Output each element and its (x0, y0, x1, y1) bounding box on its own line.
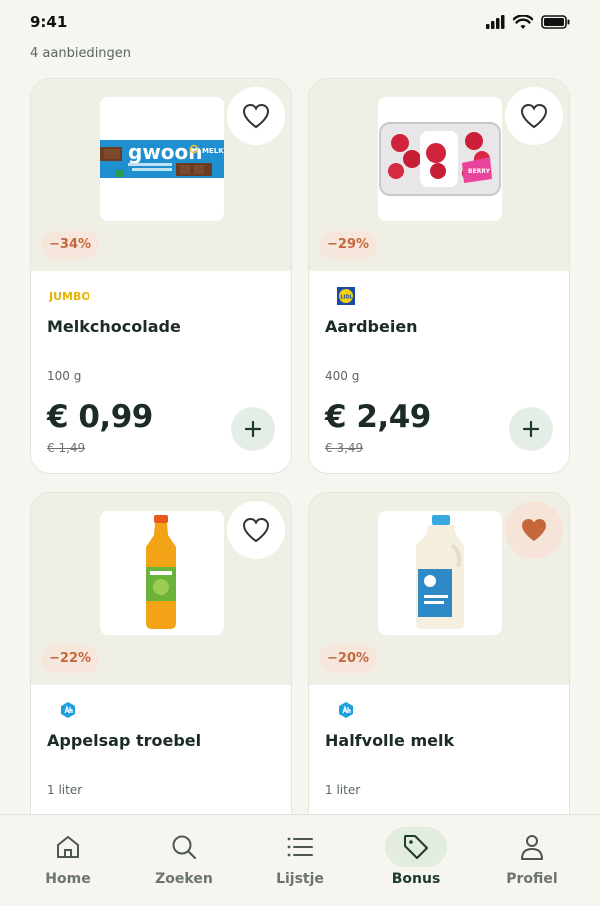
heart-outline-icon (242, 517, 270, 543)
nav-item-list[interactable]: Lijstje (250, 827, 350, 897)
product-name: Melkchocolade (47, 317, 181, 336)
product-image-area: BERRY −29% (309, 79, 569, 271)
status-icons (486, 14, 570, 30)
product-image-area: −22% (31, 493, 291, 685)
home-icon (57, 836, 79, 858)
status-bar: 9:41 (0, 0, 600, 44)
nav-item-search[interactable]: Zoeken (134, 827, 234, 897)
favorite-button[interactable] (505, 87, 563, 145)
store-logo-text: JUMBO (49, 290, 89, 303)
store-logo-text: LIDL (340, 295, 353, 301)
product-quantity: 400 g (325, 369, 360, 383)
product-name: Aardbeien (325, 317, 418, 336)
signal-icon (486, 15, 505, 29)
jumbo-logo: JUMBO (49, 290, 89, 303)
product-quantity: 1 liter (325, 783, 361, 797)
nav-item-profile[interactable]: Profiel (482, 827, 582, 897)
product-image-area: gwoon MELK −34% (31, 79, 291, 271)
product-name: Appelsap troebel (47, 731, 202, 750)
apple-juice-bottle-image (146, 515, 176, 629)
favorite-button[interactable] (505, 501, 563, 559)
heart-outline-icon (242, 103, 270, 129)
product-image: gwoon MELK (100, 97, 224, 221)
nav-label: Zoeken (155, 871, 213, 887)
wifi-icon (513, 14, 533, 29)
tag-icon (404, 835, 428, 859)
product-card[interactable]: gwoon MELK −34% JUMBO Melkchocolade 100 … (30, 78, 292, 474)
plus-icon (522, 420, 540, 438)
heart-outline-icon (520, 103, 548, 129)
discount-badge: −34% (41, 231, 100, 259)
albert-heijn-logo (339, 702, 353, 718)
battery-icon (541, 15, 570, 29)
status-time: 9:41 (30, 13, 68, 31)
lidl-logo: LIDL (337, 287, 355, 305)
list-icon (287, 837, 313, 857)
favorite-button[interactable] (227, 501, 285, 559)
product-image-area: −20% (309, 493, 569, 685)
nav-item-bonus[interactable]: Bonus (366, 827, 466, 897)
product-price: € 2,49 (325, 399, 431, 435)
nav-label: Lijstje (276, 871, 324, 887)
svg-text:BERRY: BERRY (468, 168, 491, 175)
nav-icon-wrap (153, 827, 215, 867)
add-to-list-button[interactable] (509, 407, 553, 451)
nav-icon-wrap (501, 827, 563, 867)
nav-label: Home (45, 871, 91, 887)
product-quantity: 1 liter (47, 783, 83, 797)
milk-jug-image (416, 515, 464, 629)
nav-label: Profiel (506, 871, 558, 887)
product-card[interactable]: BERRY −29% LIDL Aardbeien 400 g € 2,49 €… (308, 78, 570, 474)
results-count: 4 aanbiedingen (30, 46, 132, 61)
profile-icon (521, 835, 543, 860)
discount-badge: −29% (319, 231, 378, 259)
nav-label: Bonus (391, 871, 441, 887)
albert-heijn-logo (61, 702, 75, 718)
search-icon (172, 835, 196, 859)
product-name: Halfvolle melk (325, 731, 455, 750)
chocolate-bar-image: gwoon MELK (100, 140, 224, 178)
product-old-price: € 3,49 (325, 441, 364, 455)
add-to-list-button[interactable] (231, 407, 275, 451)
nav-item-home[interactable]: Home (18, 827, 118, 897)
nav-icon-wrap (269, 827, 331, 867)
product-image (100, 511, 224, 635)
discount-badge: −20% (319, 645, 378, 673)
strawberry-tray-image: BERRY (379, 122, 501, 196)
discount-badge: −22% (41, 645, 100, 673)
bottom-nav: Home Zoeken Lijstje Bonus Profiel (0, 814, 600, 906)
product-old-price: € 1,49 (47, 441, 86, 455)
nav-icon-wrap (385, 827, 447, 867)
nav-icon-wrap (37, 827, 99, 867)
favorite-button[interactable] (227, 87, 285, 145)
product-price: € 0,99 (47, 399, 153, 435)
svg-text:MELK: MELK (202, 147, 224, 155)
product-image (378, 511, 502, 635)
heart-filled-icon (522, 519, 546, 541)
plus-icon (244, 420, 262, 438)
product-image: BERRY (378, 97, 502, 221)
product-quantity: 100 g (47, 369, 82, 383)
